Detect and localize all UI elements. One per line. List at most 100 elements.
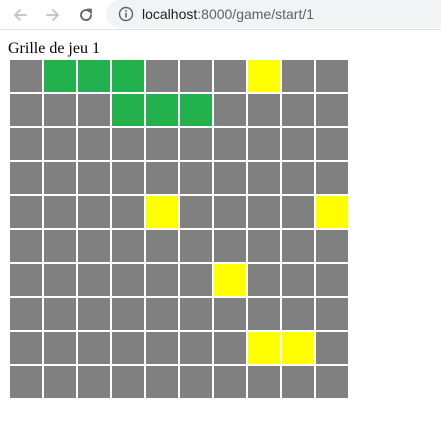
grid-cell-green[interactable] — [146, 94, 178, 126]
grid-cell-empty[interactable] — [214, 332, 246, 364]
grid-cell-empty[interactable] — [214, 94, 246, 126]
grid-cell-empty[interactable] — [44, 196, 76, 228]
grid-cell-empty[interactable] — [10, 366, 42, 398]
grid-cell-empty[interactable] — [248, 298, 280, 330]
grid-cell-empty[interactable] — [214, 162, 246, 194]
grid-cell-green[interactable] — [112, 60, 144, 92]
grid-cell-empty[interactable] — [248, 230, 280, 262]
grid-cell-empty[interactable] — [78, 366, 110, 398]
grid-cell-empty[interactable] — [146, 298, 178, 330]
grid-cell-empty[interactable] — [282, 128, 314, 160]
reload-button[interactable] — [74, 3, 98, 27]
grid-cell-empty[interactable] — [146, 230, 178, 262]
grid-cell-empty[interactable] — [44, 128, 76, 160]
grid-cell-empty[interactable] — [112, 332, 144, 364]
grid-cell-yellow[interactable] — [282, 332, 314, 364]
grid-cell-green[interactable] — [112, 94, 144, 126]
grid-cell-empty[interactable] — [10, 332, 42, 364]
grid-cell-green[interactable] — [78, 60, 110, 92]
grid-cell-yellow[interactable] — [248, 332, 280, 364]
grid-cell-empty[interactable] — [214, 60, 246, 92]
grid-cell-empty[interactable] — [78, 230, 110, 262]
grid-cell-empty[interactable] — [316, 128, 348, 160]
grid-cell-empty[interactable] — [282, 94, 314, 126]
info-icon[interactable] — [118, 6, 134, 22]
grid-cell-empty[interactable] — [146, 264, 178, 296]
grid-cell-empty[interactable] — [316, 298, 348, 330]
grid-cell-green[interactable] — [180, 94, 212, 126]
grid-cell-empty[interactable] — [44, 366, 76, 398]
grid-cell-empty[interactable] — [282, 196, 314, 228]
grid-cell-empty[interactable] — [112, 366, 144, 398]
grid-cell-empty[interactable] — [248, 264, 280, 296]
grid-cell-empty[interactable] — [78, 196, 110, 228]
grid-cell-empty[interactable] — [180, 162, 212, 194]
grid-cell-empty[interactable] — [146, 128, 178, 160]
grid-cell-empty[interactable] — [214, 128, 246, 160]
grid-cell-empty[interactable] — [248, 162, 280, 194]
grid-cell-empty[interactable] — [146, 162, 178, 194]
grid-cell-empty[interactable] — [180, 230, 212, 262]
grid-cell-empty[interactable] — [180, 264, 212, 296]
grid-cell-empty[interactable] — [10, 162, 42, 194]
grid-cell-empty[interactable] — [180, 298, 212, 330]
grid-cell-empty[interactable] — [316, 264, 348, 296]
grid-cell-empty[interactable] — [112, 298, 144, 330]
grid-cell-empty[interactable] — [44, 162, 76, 194]
grid-cell-empty[interactable] — [78, 298, 110, 330]
grid-cell-empty[interactable] — [316, 332, 348, 364]
grid-cell-empty[interactable] — [78, 128, 110, 160]
grid-cell-empty[interactable] — [10, 196, 42, 228]
grid-cell-green[interactable] — [44, 60, 76, 92]
grid-cell-empty[interactable] — [78, 94, 110, 126]
grid-cell-empty[interactable] — [10, 128, 42, 160]
grid-cell-empty[interactable] — [44, 230, 76, 262]
grid-cell-empty[interactable] — [180, 366, 212, 398]
grid-cell-empty[interactable] — [112, 162, 144, 194]
grid-cell-empty[interactable] — [214, 196, 246, 228]
grid-cell-empty[interactable] — [248, 94, 280, 126]
grid-cell-yellow[interactable] — [316, 196, 348, 228]
grid-cell-empty[interactable] — [248, 128, 280, 160]
grid-cell-empty[interactable] — [146, 366, 178, 398]
grid-cell-empty[interactable] — [146, 332, 178, 364]
grid-cell-empty[interactable] — [44, 264, 76, 296]
grid-cell-empty[interactable] — [316, 366, 348, 398]
grid-cell-empty[interactable] — [44, 332, 76, 364]
forward-button[interactable] — [41, 3, 65, 27]
grid-cell-empty[interactable] — [112, 230, 144, 262]
grid-cell-empty[interactable] — [180, 332, 212, 364]
grid-cell-yellow[interactable] — [214, 264, 246, 296]
grid-cell-empty[interactable] — [214, 298, 246, 330]
address-bar[interactable]: localhost:8000/game/start/1 — [106, 0, 441, 28]
grid-cell-empty[interactable] — [214, 230, 246, 262]
grid-cell-empty[interactable] — [10, 264, 42, 296]
grid-cell-empty[interactable] — [112, 196, 144, 228]
back-button[interactable] — [8, 3, 32, 27]
grid-cell-empty[interactable] — [112, 264, 144, 296]
grid-cell-empty[interactable] — [316, 94, 348, 126]
grid-cell-empty[interactable] — [248, 366, 280, 398]
grid-cell-empty[interactable] — [282, 230, 314, 262]
grid-cell-empty[interactable] — [44, 298, 76, 330]
grid-cell-empty[interactable] — [282, 162, 314, 194]
grid-cell-empty[interactable] — [180, 60, 212, 92]
grid-cell-empty[interactable] — [10, 94, 42, 126]
grid-cell-empty[interactable] — [180, 128, 212, 160]
grid-cell-empty[interactable] — [146, 60, 178, 92]
grid-cell-empty[interactable] — [78, 264, 110, 296]
grid-cell-empty[interactable] — [282, 264, 314, 296]
grid-cell-empty[interactable] — [44, 94, 76, 126]
grid-cell-empty[interactable] — [316, 230, 348, 262]
grid-cell-empty[interactable] — [316, 60, 348, 92]
grid-cell-empty[interactable] — [214, 366, 246, 398]
grid-cell-empty[interactable] — [180, 196, 212, 228]
grid-cell-empty[interactable] — [282, 366, 314, 398]
grid-cell-empty[interactable] — [10, 298, 42, 330]
grid-cell-yellow[interactable] — [248, 60, 280, 92]
grid-cell-empty[interactable] — [112, 128, 144, 160]
grid-cell-empty[interactable] — [248, 196, 280, 228]
grid-cell-empty[interactable] — [282, 60, 314, 92]
grid-cell-empty[interactable] — [78, 162, 110, 194]
grid-cell-empty[interactable] — [78, 332, 110, 364]
